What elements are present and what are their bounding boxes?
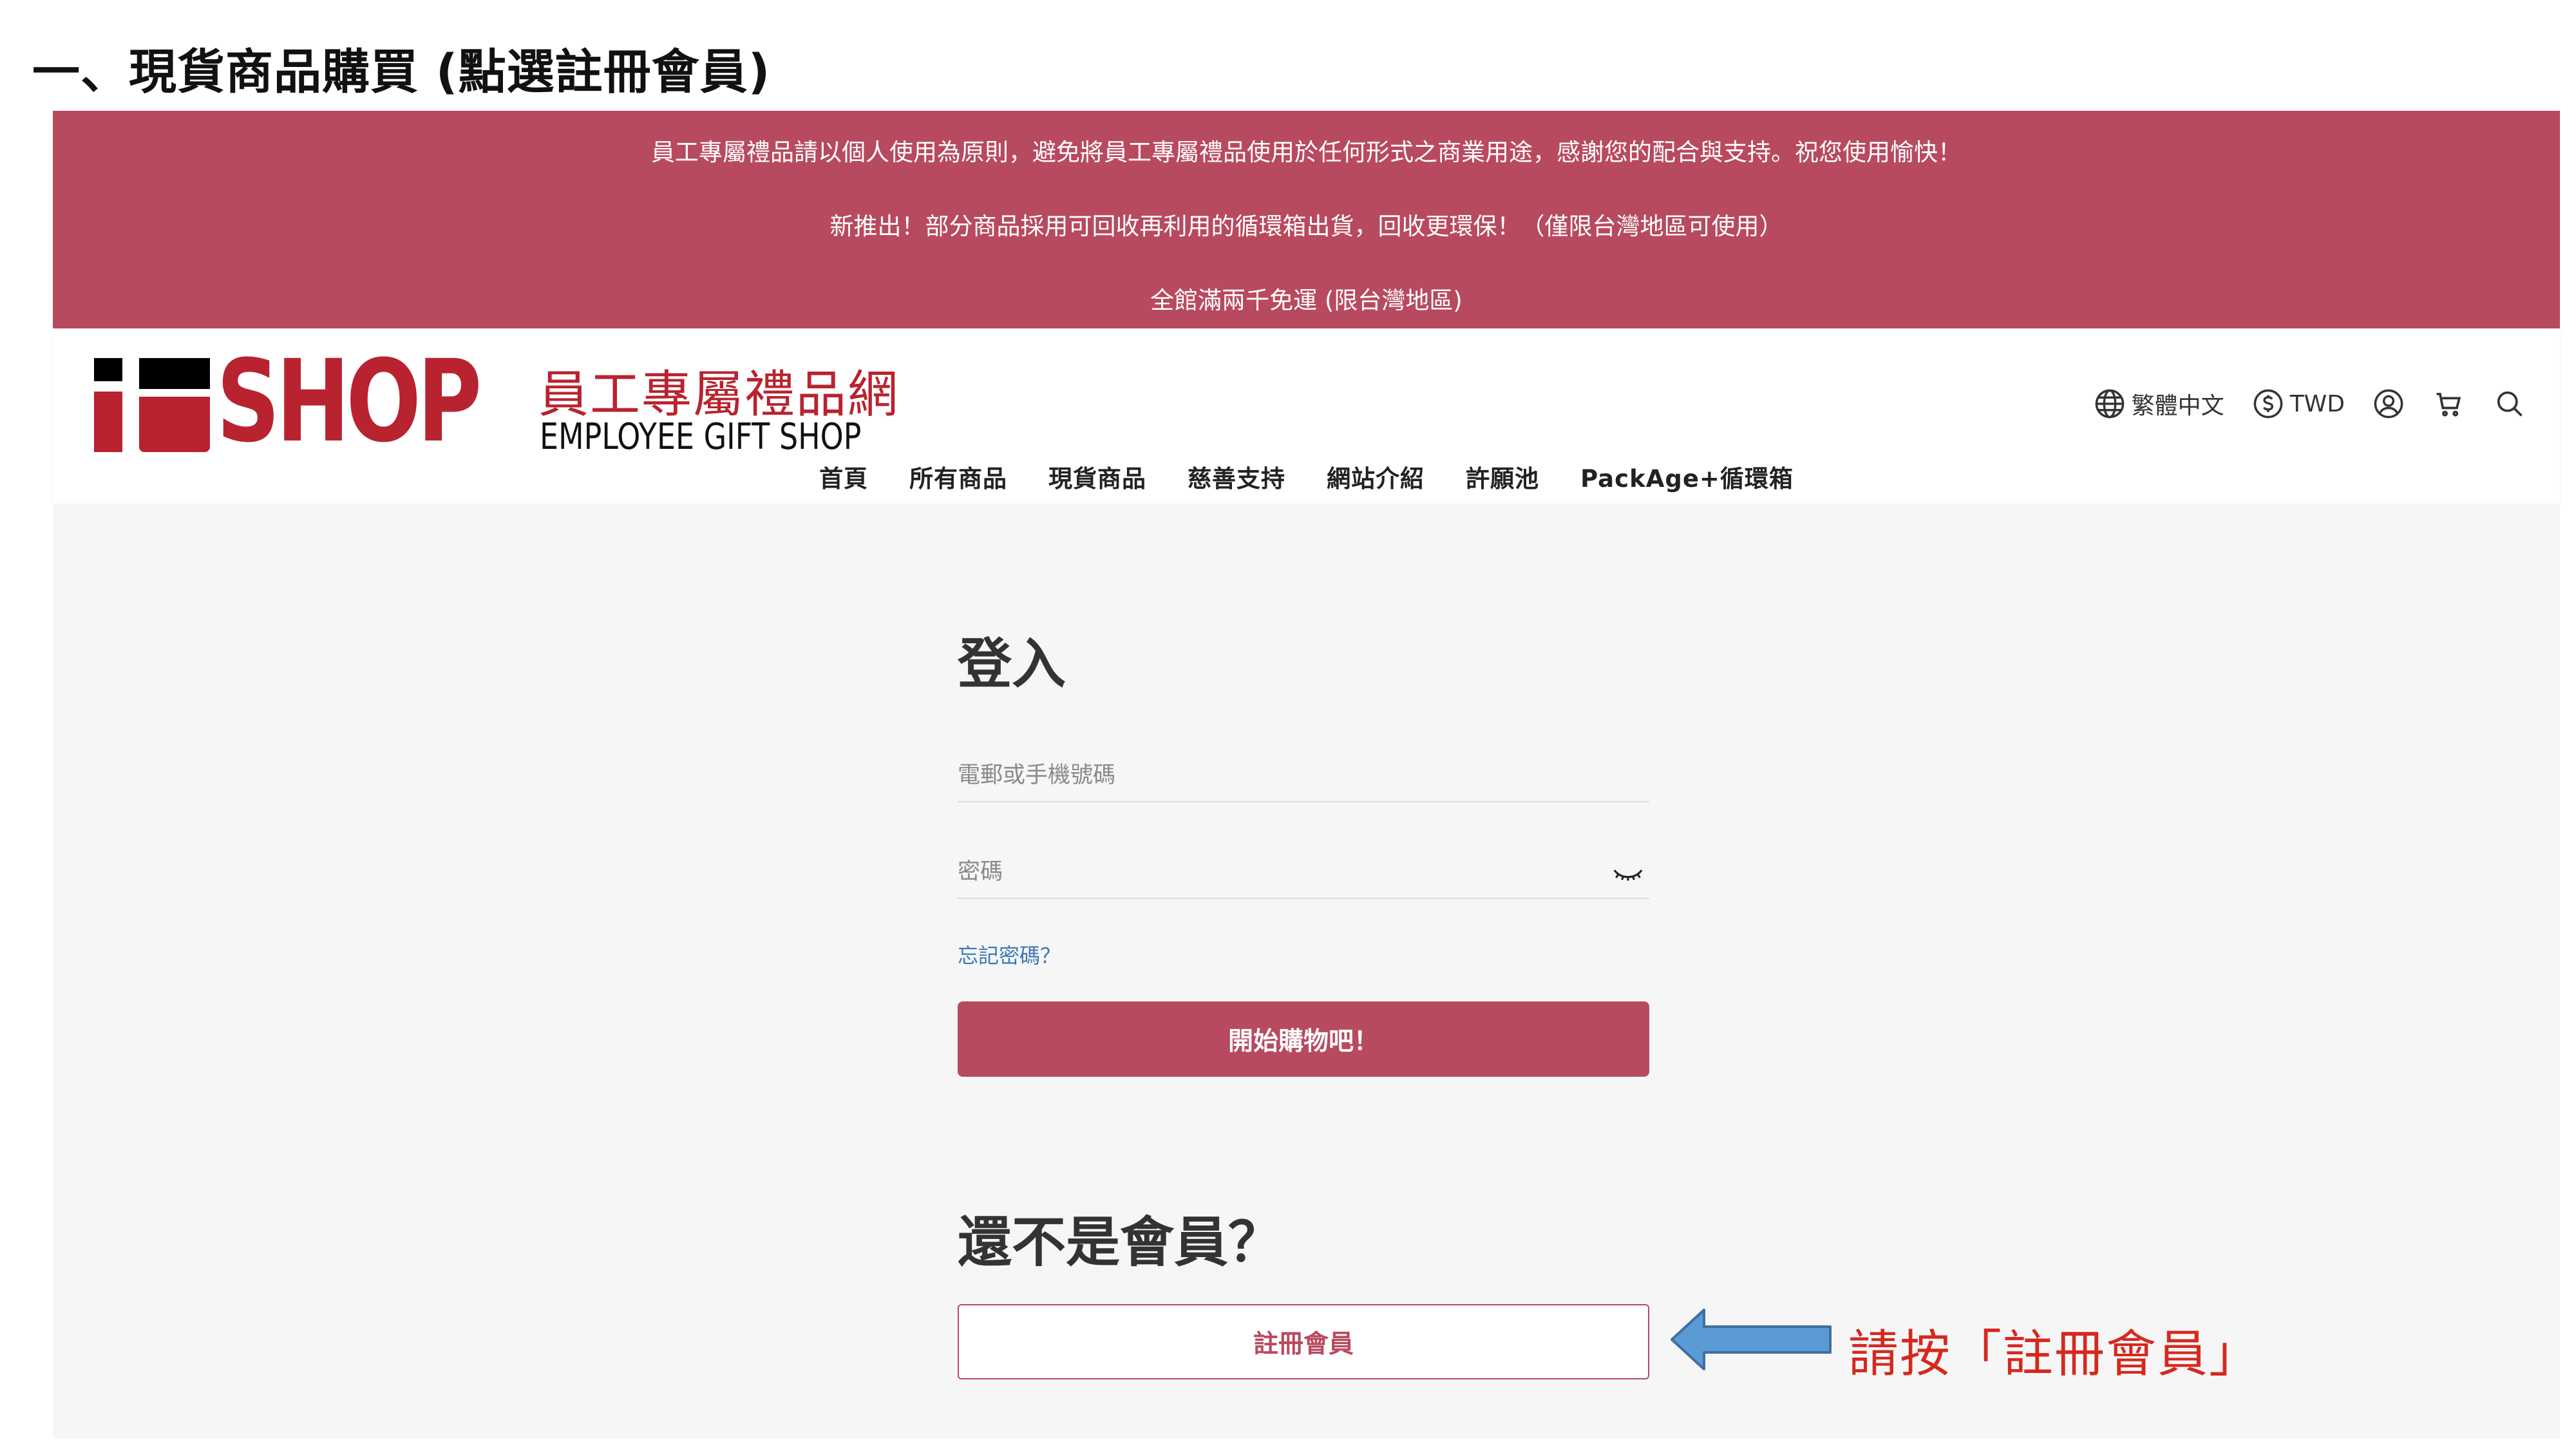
eye-closed-icon[interactable] bbox=[1612, 864, 1644, 886]
announcement-bar: 員工專屬禮品請以個人使用為原則，避免將員工專屬禮品使用於任何形式之商業用途，感謝… bbox=[53, 111, 2560, 328]
slide-title: 一、現貨商品購買 (點選註冊會員) bbox=[32, 44, 771, 100]
nav-item-home[interactable]: 首頁 bbox=[819, 459, 868, 494]
utility-menu: 繁體中文 TWD bbox=[2066, 381, 2526, 426]
nav-item-wishlist[interactable]: 許願池 bbox=[1466, 459, 1539, 494]
globe-icon bbox=[2093, 387, 2126, 421]
email-input[interactable] bbox=[958, 750, 1649, 801]
cart-button[interactable] bbox=[2432, 387, 2466, 421]
nav-item-about[interactable]: 網站介紹 bbox=[1327, 459, 1425, 494]
language-label: 繁體中文 bbox=[2131, 393, 2224, 419]
password-field bbox=[958, 846, 1649, 899]
currency-label: TWD bbox=[2289, 390, 2345, 417]
logo-mark-dot bbox=[94, 358, 122, 381]
logo-mark-box-bottom bbox=[139, 397, 210, 452]
login-title: 登入 bbox=[958, 632, 1066, 696]
nav-item-charity[interactable]: 慈善支持 bbox=[1188, 459, 1285, 494]
currency-selector[interactable]: TWD bbox=[2251, 387, 2345, 421]
announcement-line-2: 新推出！部分商品採用可回收再利用的循環箱出貨，回收更環保！（僅限台灣地區可使用） bbox=[829, 213, 1783, 240]
logo-mark-bar bbox=[94, 392, 122, 452]
account-button[interactable] bbox=[2372, 387, 2405, 421]
announcement-line-3: 全館滿兩千免運 (限台灣地區) bbox=[1150, 287, 1463, 314]
language-selector[interactable]: 繁體中文 bbox=[2093, 387, 2224, 421]
register-button[interactable]: 註冊會員 bbox=[958, 1304, 1649, 1379]
search-icon bbox=[2493, 387, 2526, 421]
site-header: SHOP 員工專屬禮品網 EMPLOYEE GIFT SHOP 繁體中文 TWD bbox=[53, 328, 2560, 504]
search-button[interactable] bbox=[2493, 387, 2526, 421]
logo-mark-box-top bbox=[139, 358, 210, 389]
instruction-hint: 請按「註冊會員」 bbox=[1848, 1325, 2261, 1383]
user-icon bbox=[2372, 387, 2405, 421]
nav-item-in-stock[interactable]: 現貨商品 bbox=[1048, 459, 1146, 494]
login-submit-button[interactable]: 開始購物吧！ bbox=[958, 1001, 1649, 1077]
site-logo[interactable]: SHOP 員工專屬禮品網 EMPLOYEE GIFT SHOP bbox=[94, 345, 898, 459]
login-page: 登入 忘記密碼？ 開始購物吧！ 還不是會員？ 註冊會員 bbox=[53, 505, 2560, 1439]
nav-item-package[interactable]: PackAge+循環箱 bbox=[1580, 459, 1794, 494]
forgot-password-link[interactable]: 忘記密碼？ bbox=[958, 940, 1061, 969]
arrow-left-icon bbox=[1669, 1307, 1833, 1374]
nav-item-all-products[interactable]: 所有商品 bbox=[909, 459, 1007, 494]
email-field bbox=[958, 750, 1649, 802]
cart-icon bbox=[2432, 387, 2466, 421]
password-input[interactable] bbox=[958, 846, 1649, 898]
dollar-icon bbox=[2251, 387, 2285, 421]
not-member-title: 還不是會員？ bbox=[958, 1211, 1283, 1274]
main-nav: 首頁 所有商品 現貨商品 慈善支持 網站介紹 許願池 PackAge+循環箱 bbox=[53, 457, 2560, 496]
announcement-line-1: 員工專屬禮品請以個人使用為原則，避免將員工專屬禮品使用於任何形式之商業用途，感謝… bbox=[651, 138, 1962, 166]
logo-wordmark: SHOP bbox=[216, 336, 482, 468]
logo-english-name: EMPLOYEE GIFT SHOP bbox=[540, 416, 862, 458]
